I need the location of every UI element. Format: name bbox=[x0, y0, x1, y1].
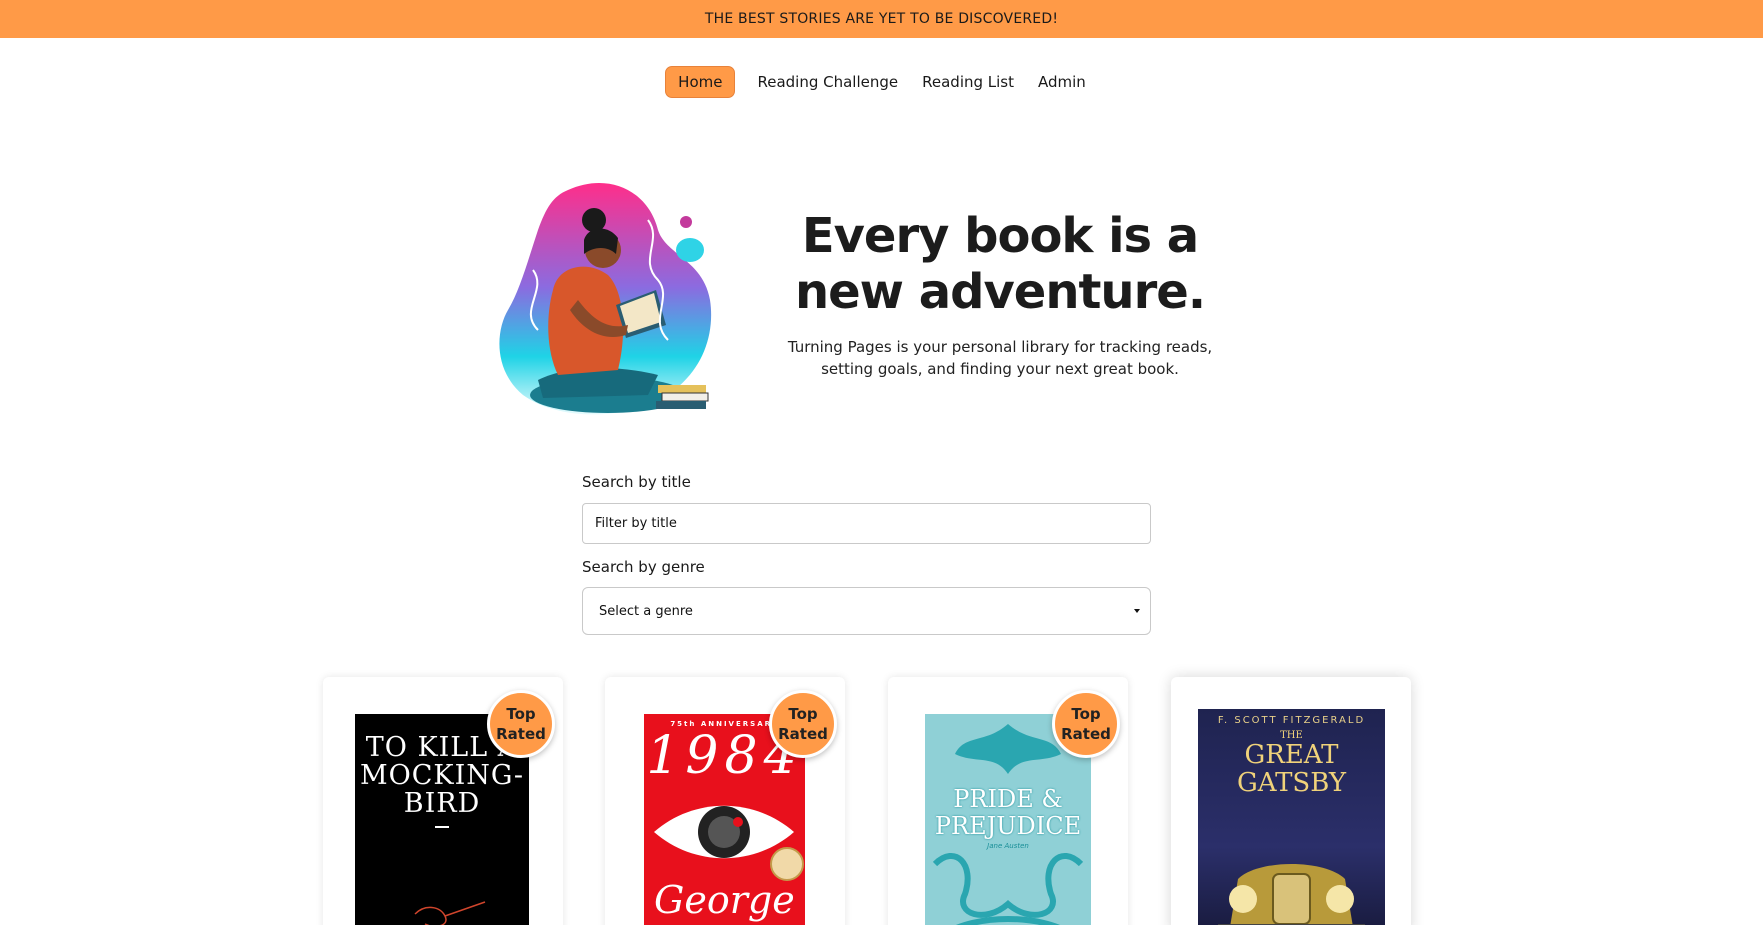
genre-select-value: Select a genre bbox=[599, 603, 693, 619]
main-nav: Home Reading Challenge Reading List Admi… bbox=[0, 66, 1763, 98]
hero-title-line1: Every book is a bbox=[801, 208, 1199, 264]
badge-line: Rated bbox=[778, 725, 828, 743]
book-card[interactable]: TO KILL A MOCKING- BIRD Top Rated bbox=[323, 677, 563, 925]
cover-title-line: GATSBY bbox=[1236, 768, 1347, 798]
cover-title-line: PRIDE & bbox=[953, 785, 1063, 813]
nav-admin[interactable]: Admin bbox=[1026, 67, 1098, 97]
bird-sketch-icon bbox=[414, 901, 486, 925]
cover-title-line: GREAT bbox=[1244, 740, 1339, 770]
hero-title-line2: new adventure. bbox=[794, 264, 1206, 320]
nav-reading-list[interactable]: Reading List bbox=[910, 67, 1026, 97]
badge-line: Top bbox=[788, 705, 818, 723]
nav-home[interactable]: Home bbox=[665, 66, 736, 98]
genre-select[interactable]: Select a genre bbox=[582, 587, 1151, 635]
reading-woman-illustration bbox=[499, 183, 712, 415]
book-card[interactable]: PRIDE & PREJUDICE Jane Austen Top Rated bbox=[888, 677, 1128, 925]
cover-title-line: BIRD bbox=[403, 788, 481, 819]
top-rated-badge: Top Rated bbox=[1052, 690, 1120, 758]
book-card[interactable]: F. SCOTT FITZGERALD THE GREAT GATSBY bbox=[1171, 677, 1411, 925]
hero-title: Every book is a new adventure. bbox=[760, 208, 1240, 320]
nav-reading-challenge[interactable]: Reading Challenge bbox=[745, 67, 910, 97]
cover-title-line: MOCKING- bbox=[359, 760, 525, 791]
top-banner: THE BEST STORIES ARE YET TO BE DISCOVERE… bbox=[0, 0, 1763, 38]
top-rated-badge: Top Rated bbox=[487, 690, 555, 758]
title-search-placeholder: Filter by title bbox=[595, 516, 677, 531]
hero-subtitle: Turning Pages is your personal library f… bbox=[787, 338, 1213, 378]
hero-text: Every book is a new adventure. Turning P… bbox=[760, 208, 1240, 380]
cover-title-line: PREJUDICE bbox=[934, 812, 1082, 840]
badge-line: Rated bbox=[496, 725, 546, 743]
cover-divider bbox=[435, 826, 449, 828]
chevron-down-icon bbox=[1134, 609, 1140, 613]
search-genre-label: Search by genre bbox=[582, 558, 705, 576]
badge-line: Top bbox=[506, 705, 536, 723]
title-search-input[interactable]: Filter by title bbox=[582, 503, 1151, 544]
author-portrait-icon bbox=[770, 847, 804, 881]
search-title-label: Search by title bbox=[582, 473, 691, 491]
book-card[interactable]: 75th ANNIVERSARY 1984 George Top Rated bbox=[605, 677, 845, 925]
badge-line: Top bbox=[1071, 705, 1101, 723]
cover-author: F. SCOTT FITZGERALD bbox=[1217, 715, 1366, 726]
badge-line: Rated bbox=[1061, 725, 1111, 743]
book-cover-great-gatsby: F. SCOTT FITZGERALD THE GREAT GATSBY bbox=[1198, 709, 1385, 925]
banner-text: THE BEST STORIES ARE YET TO BE DISCOVERE… bbox=[704, 11, 1059, 27]
top-rated-badge: Top Rated bbox=[769, 690, 837, 758]
cover-author: George bbox=[654, 878, 795, 922]
cover-author: Jane Austen bbox=[987, 842, 1029, 850]
vintage-car-icon bbox=[1218, 864, 1365, 925]
